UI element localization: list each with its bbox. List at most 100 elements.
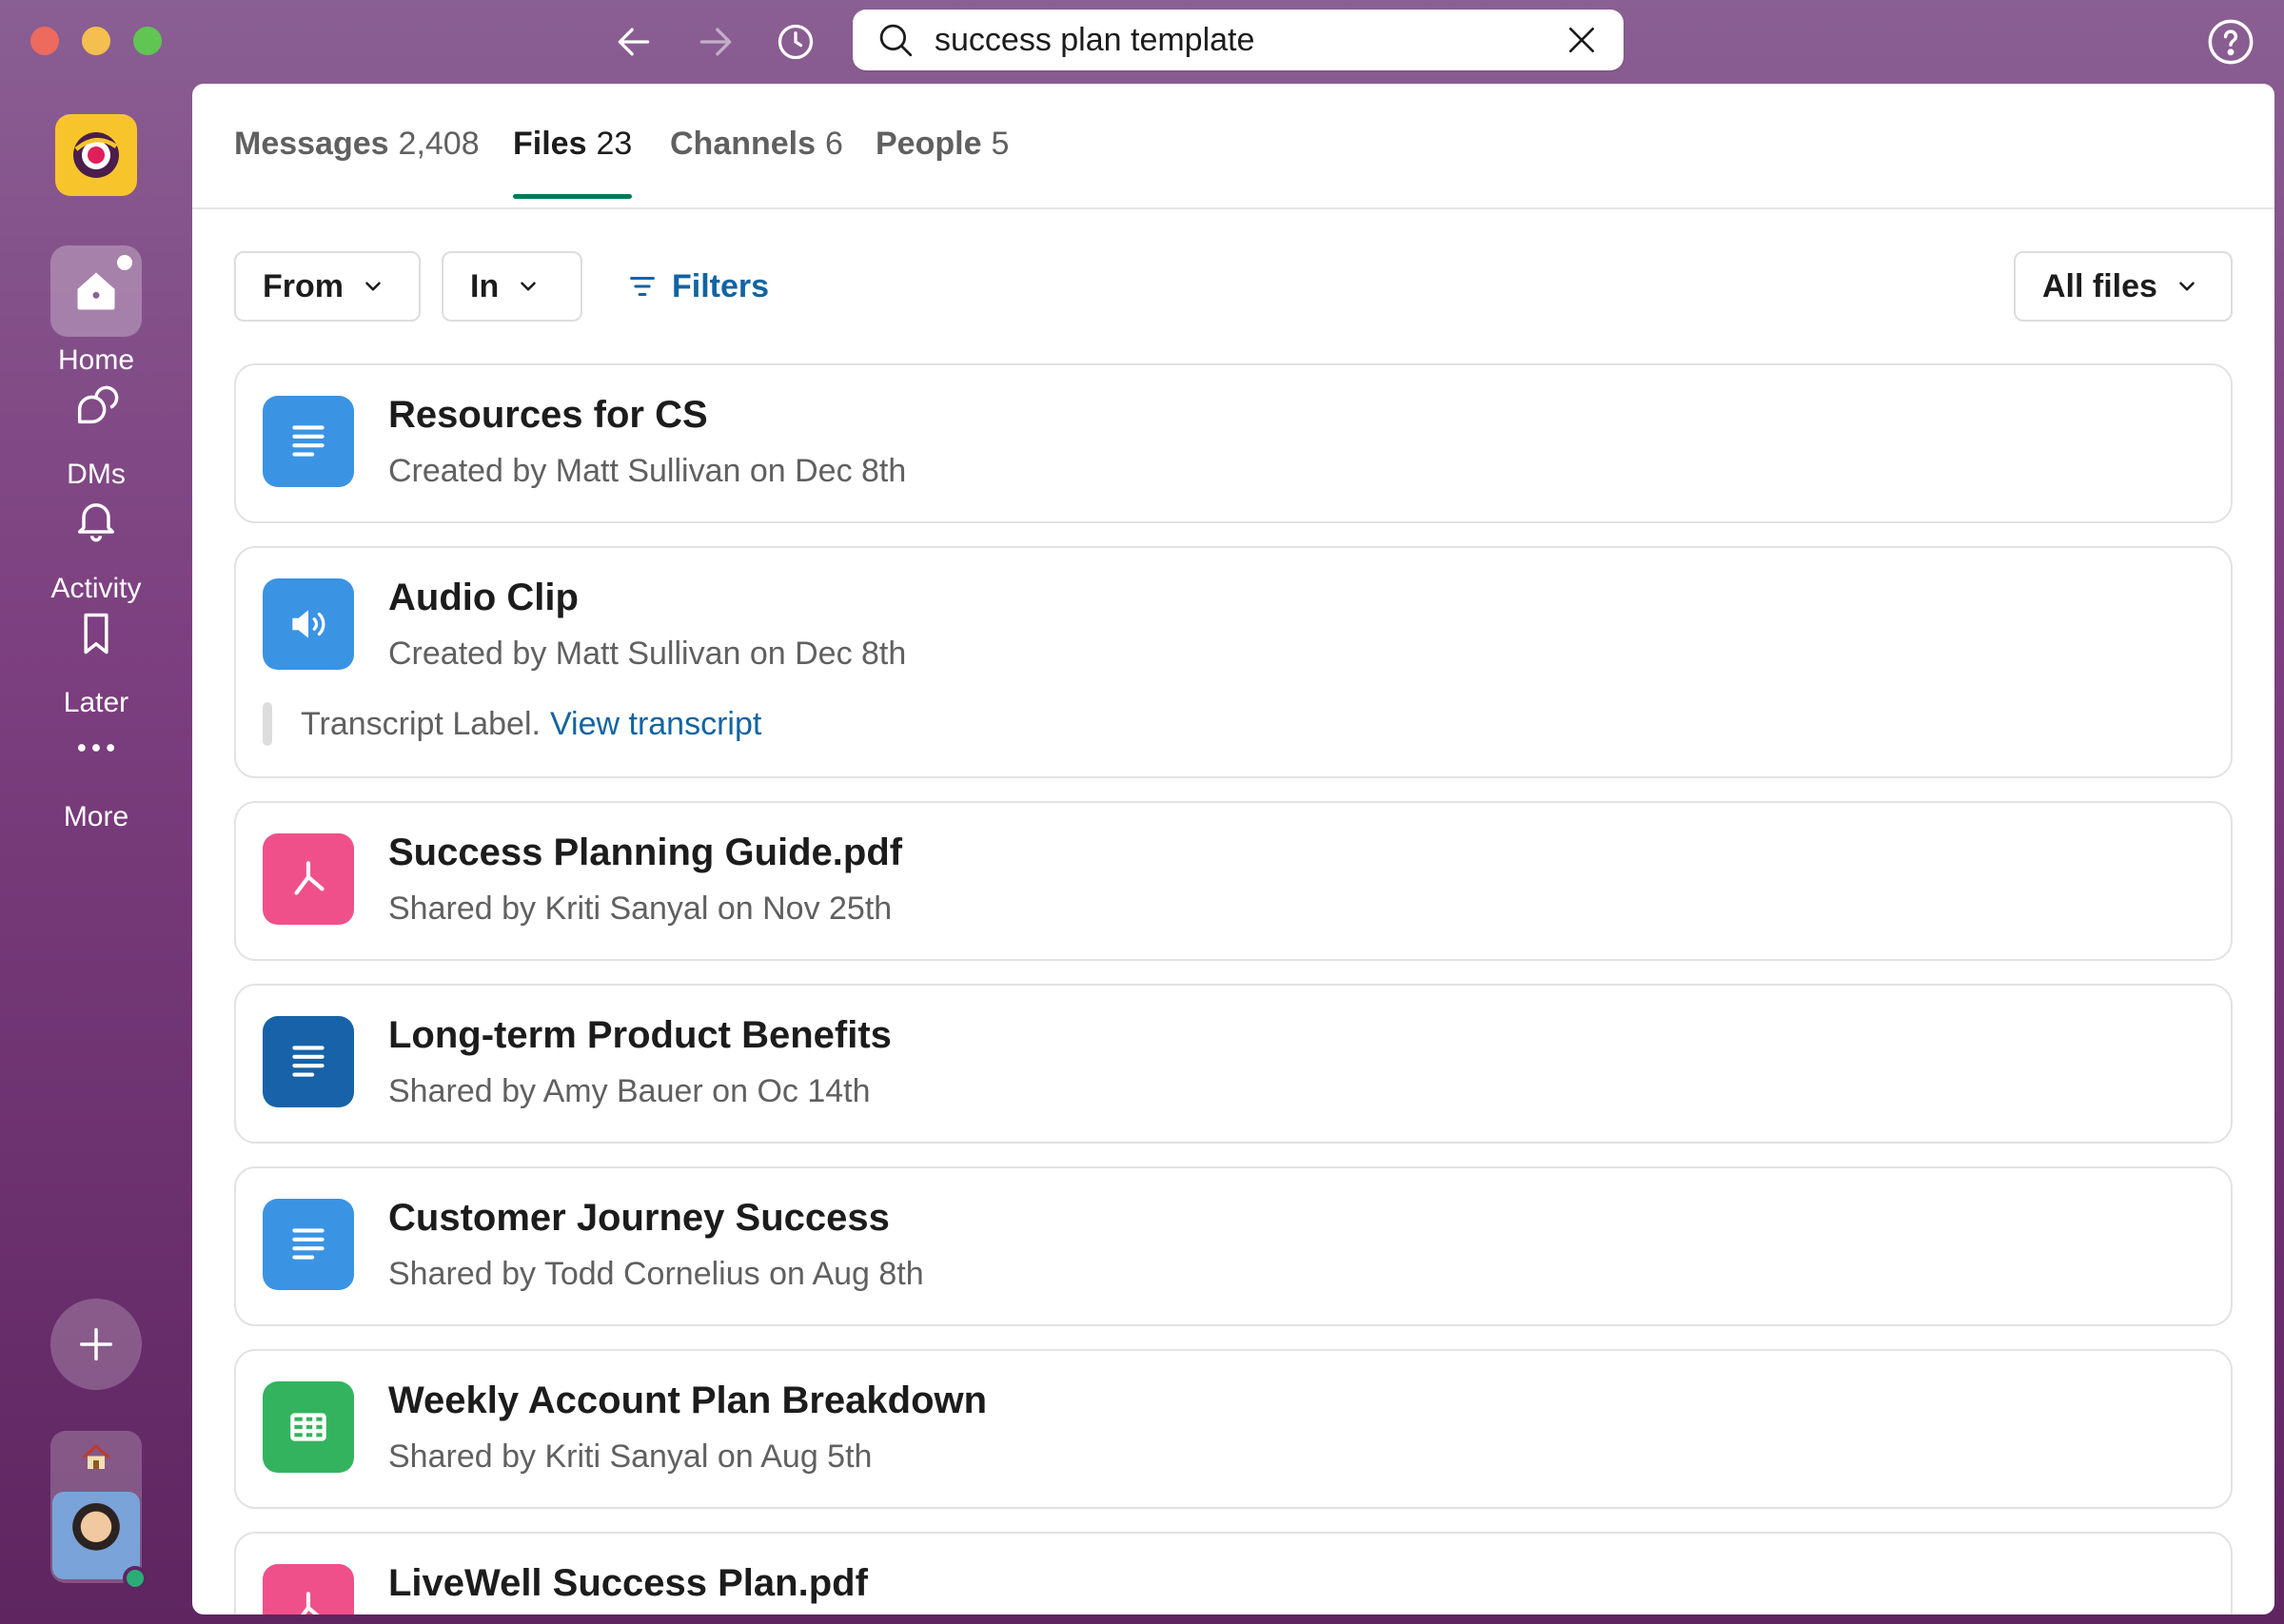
back-button[interactable] xyxy=(607,15,660,68)
file-title[interactable]: Resources for CS xyxy=(388,394,708,437)
tab-label: Channels xyxy=(670,126,817,162)
file-type-icon xyxy=(263,1199,354,1290)
house-emoji-icon xyxy=(82,1443,110,1469)
clock-icon xyxy=(778,24,814,60)
workspace-logo[interactable] xyxy=(55,114,137,196)
speaker-icon xyxy=(292,610,325,638)
home-icon-wrap xyxy=(50,245,142,337)
in-filter-label: In xyxy=(470,267,500,304)
history-button[interactable] xyxy=(769,15,822,68)
from-filter-label: From xyxy=(263,267,344,304)
file-type-icon xyxy=(263,1381,354,1473)
close-window-button[interactable] xyxy=(30,27,59,55)
file-type-icon xyxy=(263,1016,354,1107)
file-title[interactable]: Customer Journey Success xyxy=(388,1197,890,1240)
file-meta: Shared by Kriti Sanyal on Nov 25th xyxy=(388,890,893,927)
filter-row: From In Filters All files xyxy=(234,251,2233,322)
file-type-icon xyxy=(263,396,354,487)
zoom-window-button[interactable] xyxy=(133,27,162,55)
pdf-icon xyxy=(301,1592,320,1614)
dms-icon-wrap xyxy=(50,360,142,451)
user-profile[interactable] xyxy=(50,1431,148,1591)
chevron-down-icon xyxy=(521,282,537,291)
pdf-icon xyxy=(294,861,325,895)
add-button[interactable] xyxy=(50,1299,142,1390)
document-icon xyxy=(292,1228,325,1260)
transcript-label: Transcript Label. xyxy=(301,705,541,742)
tab-label: Files xyxy=(513,126,587,162)
minimize-window-button[interactable] xyxy=(82,27,110,55)
tab-messages[interactable]: Messages 2,408 xyxy=(234,126,480,197)
more-icon xyxy=(77,744,115,752)
tab-files[interactable]: Files 23 xyxy=(513,126,633,199)
tab-label: People xyxy=(876,126,982,162)
tab-count: 5 xyxy=(991,126,1010,162)
help-icon[interactable] xyxy=(2206,17,2255,67)
file-title[interactable]: Weekly Account Plan Breakdown xyxy=(388,1379,987,1422)
file-result-card[interactable]: Resources for CS Created by Matt Sulliva… xyxy=(234,363,2233,523)
bell-icon xyxy=(77,503,115,542)
chevron-down-icon xyxy=(2179,282,2195,291)
file-result-card[interactable]: Audio Clip Created by Matt Sullivan on D… xyxy=(234,546,2233,778)
home-icon xyxy=(77,272,115,310)
document-icon xyxy=(292,425,325,457)
file-result-card[interactable]: Customer Journey Success Shared by Todd … xyxy=(234,1166,2233,1326)
file-title[interactable]: LiveWell Success Plan.pdf xyxy=(388,1562,868,1605)
sidebar-item-dms[interactable]: DMs xyxy=(0,360,192,491)
bookmark-icon-wrap xyxy=(50,588,142,679)
file-meta: Created by Matt Sullivan on Dec 8th xyxy=(388,453,907,489)
tab-people[interactable]: People 5 xyxy=(876,126,1009,197)
workspace-logo-icon xyxy=(73,132,119,178)
all-files-dropdown[interactable]: All files xyxy=(2014,251,2233,322)
sidebar-rail: Home DMs Activity Later More xyxy=(0,84,192,1624)
file-type-icon xyxy=(263,1564,354,1614)
filters-label: Filters xyxy=(672,267,770,304)
clear-search-icon[interactable] xyxy=(1563,21,1601,59)
sidebar-item-label: More xyxy=(63,801,129,832)
unread-badge xyxy=(117,255,132,270)
sidebar-item-home[interactable]: Home xyxy=(0,245,192,377)
file-meta: Shared by Kriti Sanyal on Aug 5th xyxy=(388,1438,873,1475)
chevron-down-icon xyxy=(365,282,381,291)
file-result-card[interactable]: Success Planning Guide.pdf Shared by Kri… xyxy=(234,801,2233,961)
file-meta: Shared by Amy Bauer on Oc 14th xyxy=(388,1073,871,1109)
file-title[interactable]: Audio Clip xyxy=(388,577,579,619)
dms-icon xyxy=(77,385,119,424)
view-transcript-link[interactable]: View transcript xyxy=(550,706,761,743)
sidebar-item-activity[interactable]: Activity xyxy=(0,474,192,605)
bell-icon-wrap xyxy=(50,474,142,565)
title-bar xyxy=(0,0,2284,84)
file-type-icon xyxy=(263,833,354,925)
results-tabs: Messages 2,408 Files 23 Channels 6 People 5 xyxy=(192,84,2274,209)
search-icon xyxy=(879,24,913,57)
spreadsheet-icon xyxy=(290,1413,326,1441)
filter-icon xyxy=(630,276,655,297)
tab-count: 23 xyxy=(596,126,633,162)
tab-channels[interactable]: Channels 6 xyxy=(670,126,843,197)
file-type-icon xyxy=(263,578,354,670)
in-filter-dropdown[interactable]: In xyxy=(442,251,582,322)
forward-button[interactable] xyxy=(689,15,742,68)
tab-count: 2,408 xyxy=(398,126,480,162)
file-result-card[interactable]: Long-term Product Benefits Shared by Amy… xyxy=(234,984,2233,1144)
file-meta: Shared by Todd Cornelius on Aug 8th xyxy=(388,1256,924,1292)
quote-bar xyxy=(263,702,272,746)
arrow-left-icon xyxy=(618,28,650,56)
from-filter-dropdown[interactable]: From xyxy=(234,251,421,322)
search-input[interactable] xyxy=(935,21,1563,59)
file-title[interactable]: Long-term Product Benefits xyxy=(388,1014,892,1057)
presence-indicator xyxy=(123,1566,148,1591)
search-results-panel: Messages 2,408 Files 23 Channels 6 People 5 … xyxy=(192,84,2274,1614)
plus-icon xyxy=(79,1327,113,1361)
sidebar-item-later[interactable]: Later xyxy=(0,588,192,719)
filters-button[interactable]: Filters xyxy=(626,251,769,322)
search-bar[interactable] xyxy=(853,10,1624,70)
tab-label: Messages xyxy=(234,126,389,162)
sidebar-item-more[interactable]: More xyxy=(0,702,192,833)
avatar[interactable] xyxy=(52,1492,140,1579)
more-icon-wrap xyxy=(50,702,142,793)
file-result-card[interactable]: Weekly Account Plan Breakdown Shared by … xyxy=(234,1349,2233,1509)
arrow-right-icon xyxy=(699,28,732,56)
file-result-card[interactable]: LiveWell Success Plan.pdf xyxy=(234,1532,2233,1614)
file-title[interactable]: Success Planning Guide.pdf xyxy=(388,832,902,874)
